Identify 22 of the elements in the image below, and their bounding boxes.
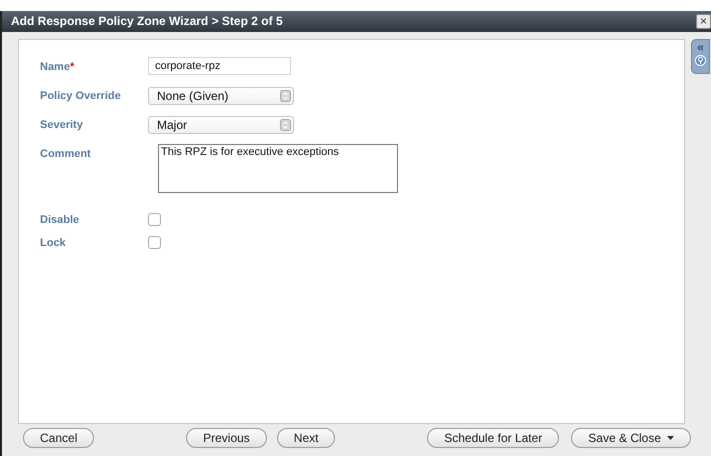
button[interactable]: Next	[276, 428, 336, 448]
field-label: Comment	[40, 146, 92, 160]
checkbox[interactable]	[148, 236, 161, 249]
comment-field[interactable]: This RPZ is for executive exceptions	[158, 144, 398, 193]
button[interactable]: Schedule for Later	[427, 428, 560, 448]
stepper-arrows-icon[interactable]	[280, 90, 291, 102]
button[interactable]: Cancel	[23, 428, 94, 448]
field-label: Name*	[40, 60, 76, 73]
dropdown-button[interactable]: Save & Close	[571, 428, 691, 448]
field-label: Disable	[40, 212, 80, 226]
name-field[interactable]: corporate-rpz	[148, 56, 291, 75]
help-icon[interactable]	[695, 54, 706, 66]
field-label: Policy Override	[40, 88, 122, 102]
field-label: Lock	[40, 236, 67, 249]
button[interactable]: Previous	[186, 428, 267, 448]
window-title: Add Response Policy Zone Wizard > Step 2 of 5	[11, 14, 283, 28]
dropdown-field[interactable]: None (Given)	[148, 86, 294, 105]
stepper-arrows-icon[interactable]	[280, 118, 291, 131]
dropdown-field[interactable]: Major	[148, 116, 294, 134]
close-button[interactable]: ×	[696, 14, 711, 29]
field-label: Severity	[40, 118, 84, 131]
checkbox[interactable]	[148, 212, 161, 226]
